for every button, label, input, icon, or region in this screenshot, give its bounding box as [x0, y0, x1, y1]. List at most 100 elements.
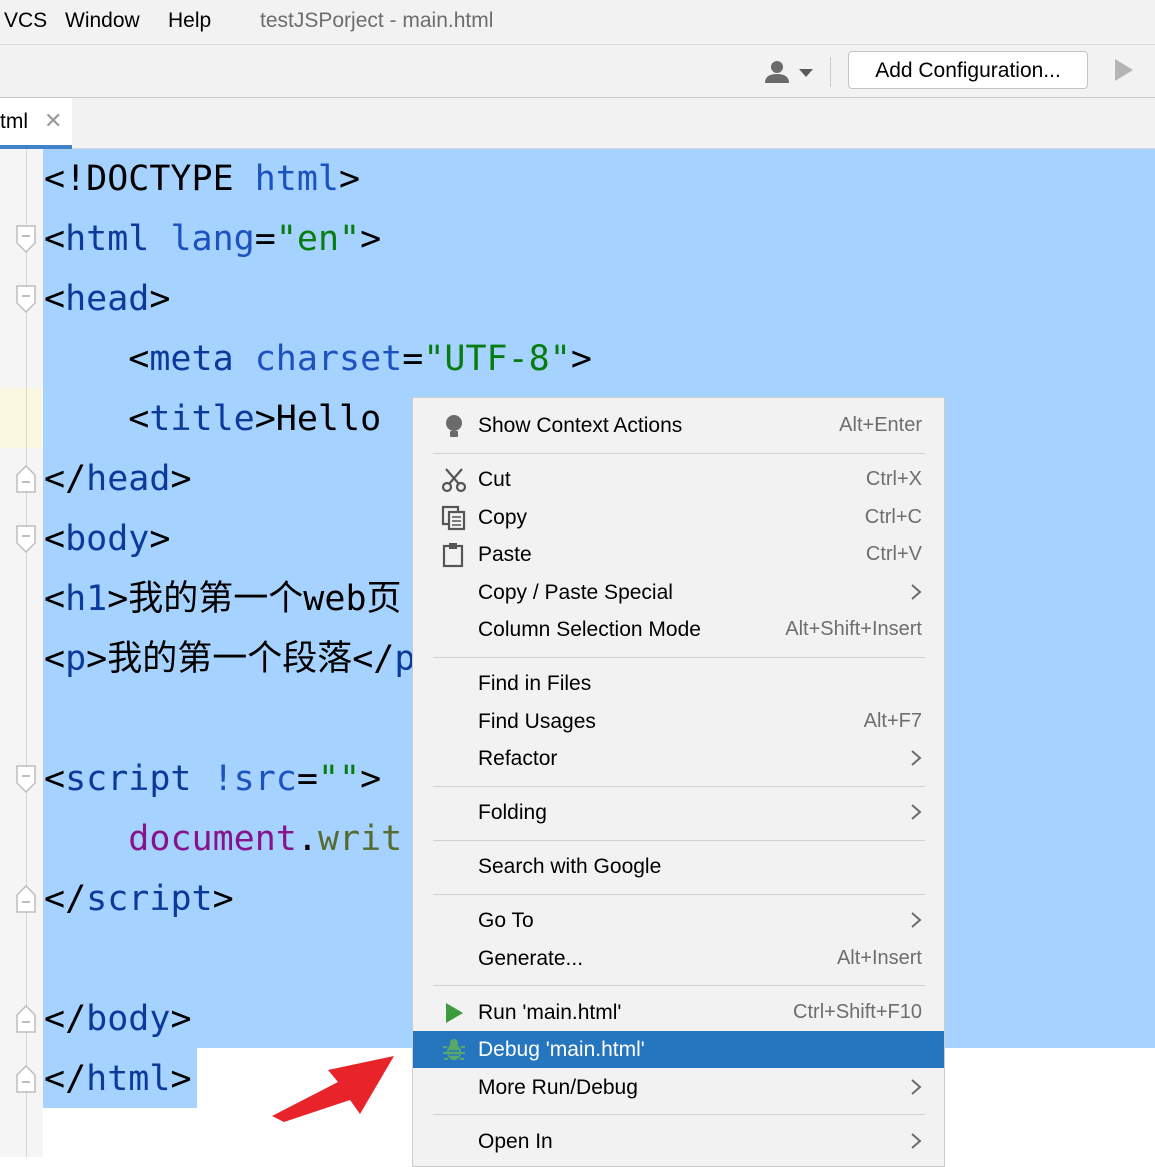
fold-end-icon[interactable]	[16, 885, 36, 913]
menu-item-more-run-debug[interactable]: More Run/Debug	[413, 1069, 944, 1106]
menu-item-label: Show Context Actions	[478, 414, 683, 437]
code-line: <head>	[44, 269, 170, 329]
menu-item-label: Find Usages	[478, 709, 596, 733]
code-line: <body>	[44, 509, 170, 569]
code-token: >	[170, 999, 192, 1039]
paste-icon	[442, 543, 464, 568]
code-token: >Hello	[254, 399, 382, 439]
code-token: script	[65, 759, 213, 799]
menu-item-label: Copy	[478, 505, 528, 529]
chevron-right-icon	[911, 912, 922, 928]
code-token: <	[44, 639, 66, 679]
menu-item-label: Folding	[478, 801, 547, 824]
code-line: <!DOCTYPE html>	[44, 149, 360, 209]
menu-separator	[433, 1114, 925, 1116]
close-icon[interactable]: ✕	[44, 108, 62, 134]
code-line: <script !src="">	[44, 749, 381, 809]
menu-item-generate[interactable]: Generate... Alt+Insert	[413, 940, 944, 977]
menu-item-refactor[interactable]: Refactor	[413, 740, 944, 777]
menu-item-find-in-files[interactable]: Find in Files	[413, 665, 944, 702]
menu-item-debug-main-html[interactable]: Debug 'main.html'	[413, 1031, 944, 1068]
fold-end-icon[interactable]	[16, 465, 36, 493]
menu-item-label: Go To	[478, 909, 534, 932]
window-title: testJSPorject - main.html	[260, 9, 494, 32]
user-icon[interactable]	[763, 59, 819, 85]
code-token: <	[44, 579, 66, 619]
fold-collapse-icon[interactable]	[16, 525, 36, 553]
chevron-right-icon	[911, 583, 922, 600]
menu-item-label: Cut	[478, 468, 511, 491]
bug-icon	[443, 1039, 465, 1060]
menu-item-open-in[interactable]: Open In	[413, 1123, 944, 1160]
menu-item-run-main-html[interactable]: Run 'main.html' Ctrl+Shift+F10	[413, 994, 944, 1031]
menu-item-label: Find in Files	[478, 672, 592, 695]
code-line: </body>	[44, 989, 192, 1049]
chevron-right-icon	[911, 804, 922, 820]
code-line: </html>	[44, 1049, 192, 1109]
code-line: </script>	[44, 869, 234, 929]
code-token: >	[360, 219, 382, 259]
code-line: <h1>我的第一个web页	[44, 569, 402, 629]
menu-item-find-usages[interactable]: Find Usages Alt+F7	[413, 703, 944, 740]
copy-icon	[441, 505, 466, 530]
code-token: "en"	[275, 219, 361, 259]
menu-window[interactable]: Window	[65, 9, 140, 33]
code-token: <	[44, 519, 66, 559]
chevron-right-icon	[911, 1132, 922, 1149]
code-token: <	[44, 219, 66, 259]
fold-collapse-icon[interactable]	[16, 225, 36, 253]
menu-item-label: More Run/Debug	[478, 1075, 638, 1099]
code-token: >	[570, 339, 592, 379]
code-token: !src	[212, 759, 297, 799]
code-token: >	[170, 459, 192, 499]
code-token: body	[86, 999, 171, 1039]
code-token: </	[44, 459, 87, 499]
code-token: html	[86, 1059, 171, 1099]
menu-item-copy-paste-special[interactable]: Copy / Paste Special	[413, 574, 944, 611]
menu-item-shortcut: Ctrl+C	[864, 505, 922, 528]
menu-item-shortcut: Alt+Insert	[836, 946, 922, 969]
menu-item-paste[interactable]: Paste Ctrl+V	[413, 536, 944, 573]
toolbar-separator	[830, 57, 831, 87]
menu-item-label: Column Selection Mode	[478, 618, 701, 641]
code-token: >我的第一个段落</	[86, 639, 395, 679]
menu-item-search-with-google[interactable]: Search with Google	[413, 848, 944, 885]
menu-item-show-context-actions[interactable]: Show Context Actions Alt+Enter	[413, 407, 944, 444]
menu-item-copy[interactable]: Copy Ctrl+C	[413, 499, 944, 536]
menu-item-shortcut: Alt+F7	[863, 709, 922, 732]
code-token: =	[296, 759, 318, 799]
code-token: </	[44, 999, 87, 1039]
code-token: html	[65, 219, 171, 259]
chevron-right-icon	[911, 750, 922, 766]
menu-item-shortcut: Alt+Shift+Insert	[785, 618, 922, 640]
menu-item-label: Open In	[478, 1129, 553, 1153]
fold-end-icon[interactable]	[16, 1065, 36, 1093]
lightbulb-icon	[446, 415, 462, 437]
run-icon	[446, 1002, 463, 1023]
code-token: </	[44, 1059, 87, 1099]
menu-item-label: Refactor	[478, 747, 558, 770]
menu-item-go-to[interactable]: Go To	[413, 902, 944, 939]
fold-collapse-icon[interactable]	[16, 285, 36, 313]
menu-vcs[interactable]: VCS	[4, 9, 47, 33]
menu-item-folding[interactable]: Folding	[413, 794, 944, 831]
code-token: head	[65, 279, 150, 319]
add-configuration-button[interactable]: Add Configuration...	[848, 51, 1088, 89]
code-token: writ	[317, 819, 403, 859]
menu-item-shortcut: Ctrl+Shift+F10	[793, 1000, 922, 1023]
code-token: >	[149, 519, 171, 559]
menu-help[interactable]: Help	[168, 9, 211, 33]
code-token: <	[44, 759, 66, 799]
run-icon[interactable]	[1112, 57, 1136, 83]
menu-item-column-selection-mode[interactable]: Column Selection Mode Alt+Shift+Insert	[413, 611, 944, 648]
tab-label: tml	[0, 110, 28, 133]
menu-item-cut[interactable]: Cut Ctrl+X	[413, 461, 944, 498]
fold-end-icon[interactable]	[16, 1005, 36, 1033]
code-token: =	[402, 339, 424, 379]
fold-collapse-icon[interactable]	[16, 765, 36, 793]
menu-item-label: Search with Google	[478, 855, 662, 878]
context-menu: Show Context Actions Alt+Enter Cut Ctrl+X Co…	[412, 397, 945, 1167]
tab-main-html[interactable]: tml ✕	[0, 98, 72, 149]
menu-separator	[433, 839, 925, 841]
